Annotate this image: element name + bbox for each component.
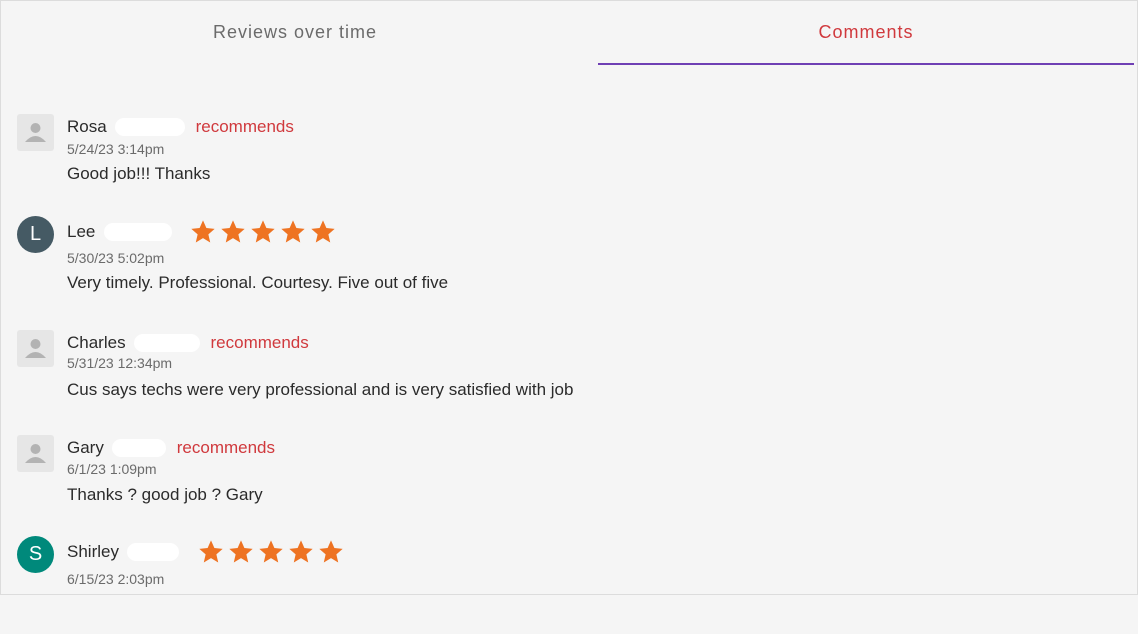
person-icon — [17, 330, 54, 367]
comment-date: 5/31/23 12:34pm — [67, 355, 173, 371]
comment-item: S Shirley 6/15/23 2:03pm — [17, 534, 1117, 634]
recommends-label: recommends — [195, 117, 294, 136]
comment-text: Very timely. Professional. Courtesy. Fiv… — [67, 273, 449, 292]
redacted-surname — [127, 543, 180, 561]
star-icon — [259, 540, 283, 563]
tab-comments[interactable]: Comments — [598, 1, 1134, 65]
comment-date: 6/1/23 1:09pm — [67, 461, 157, 477]
reviews-panel: Reviews over time Comments Rosa recommen… — [0, 0, 1138, 595]
recommends-label: recommends — [176, 438, 276, 457]
redacted-surname — [103, 223, 172, 241]
recommends-label: recommends — [210, 333, 309, 352]
avatar-letter: L — [17, 216, 54, 253]
person-icon — [17, 435, 54, 472]
reviewer-name: Gary — [67, 438, 104, 457]
star-icon — [289, 540, 313, 563]
tab-bar: Reviews over time Comments — [1, 1, 1137, 65]
comment-date: 5/30/23 5:02pm — [67, 250, 165, 266]
star-rating — [196, 538, 346, 566]
comment-item: Rosa recommends 5/24/23 3:14pm Good job!… — [17, 107, 1117, 207]
star-icon — [319, 540, 343, 563]
person-icon — [17, 114, 54, 151]
star-icon — [199, 540, 223, 563]
star-icon — [311, 220, 335, 243]
tab-reviews-over-time[interactable]: Reviews over time — [1, 1, 589, 63]
reviewer-name: Lee — [67, 222, 96, 241]
comment-date: 6/15/23 2:03pm — [67, 571, 165, 587]
comment-date: 5/24/23 3:14pm — [67, 141, 165, 157]
avatar-letter: S — [17, 536, 54, 573]
comment-text: Good job!!! Thanks — [67, 164, 211, 183]
redacted-surname — [115, 118, 186, 136]
reviewer-name: Rosa — [67, 117, 107, 136]
reviewer-name: Shirley — [67, 542, 119, 561]
star-icon — [221, 220, 245, 243]
comment-item: Gary recommends 6/1/23 1:09pm Thanks ? g… — [17, 428, 1117, 528]
star-icon — [251, 220, 275, 243]
comment-text: Thanks ? good job ? Gary — [67, 485, 263, 504]
comment-item: L Lee 5/30/23 5:02pm Very timely. Profes… — [17, 214, 1117, 314]
star-rating — [188, 218, 338, 246]
star-icon — [281, 220, 305, 243]
reviewer-name: Charles — [67, 333, 126, 352]
comment-text: Cus says techs were very professional an… — [67, 380, 574, 399]
redacted-surname — [134, 334, 201, 352]
star-icon — [229, 540, 253, 563]
star-icon — [191, 220, 215, 243]
comment-item: Charles recommends 5/31/23 12:34pm Cus s… — [17, 323, 1117, 423]
redacted-surname — [112, 439, 167, 457]
